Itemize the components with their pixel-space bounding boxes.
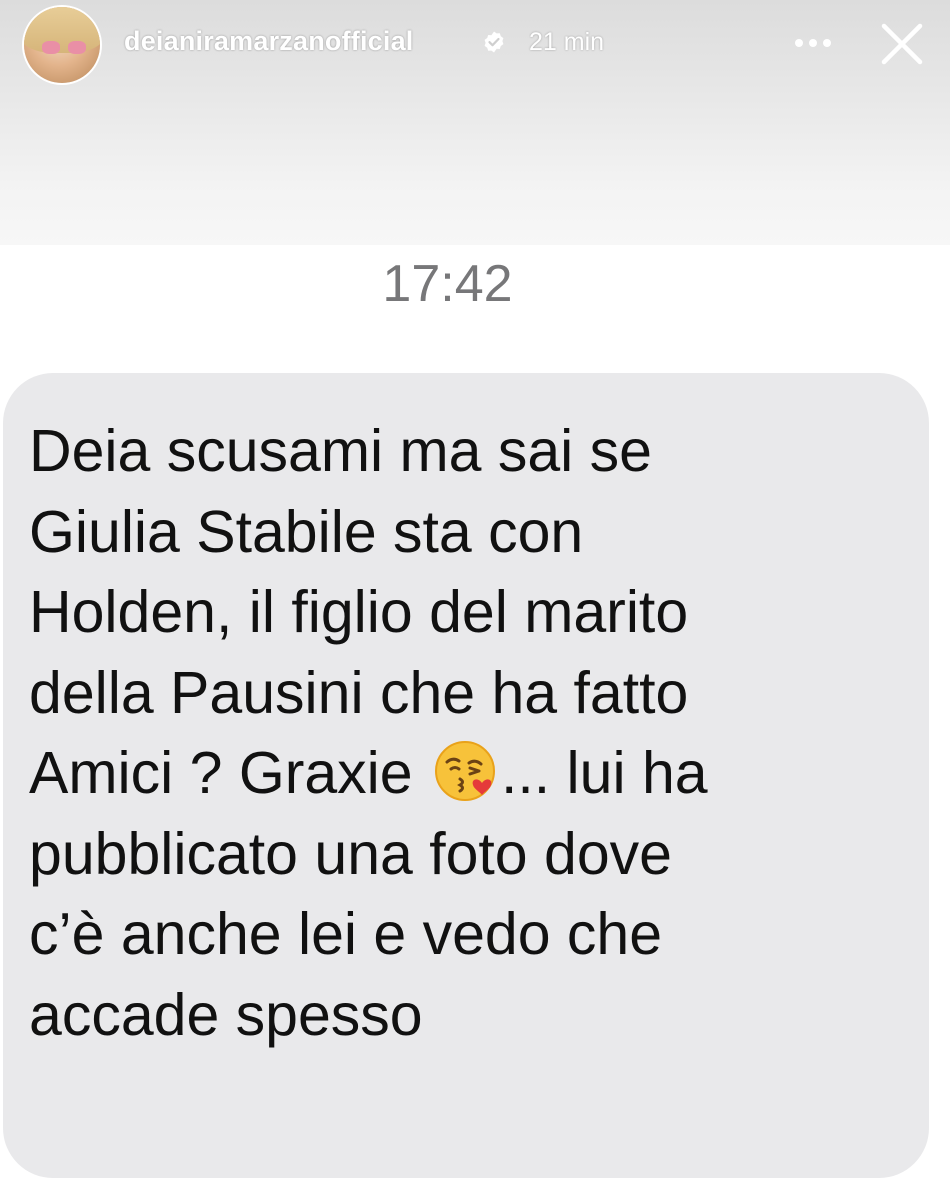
face-blowing-kiss-emoji-icon	[434, 741, 495, 801]
story-timestamp: 21 min	[529, 28, 605, 56]
message-bubble[interactable]: Deia scusami ma sai se Giulia Stabile st…	[3, 373, 929, 1178]
story-header: deianiramarzanofficial 21 min	[0, 0, 950, 245]
more-options-icon[interactable]	[788, 30, 838, 56]
story-username[interactable]: deianiramarzanofficial	[124, 26, 414, 57]
profile-avatar[interactable]	[24, 7, 100, 83]
avatar-glasses	[42, 41, 86, 55]
message-timestamp: 17:42	[382, 255, 513, 313]
verified-badge-icon	[484, 31, 504, 53]
message-text: Deia scusami ma sai se Giulia Stabile st…	[29, 411, 909, 1055]
close-icon[interactable]	[876, 18, 928, 70]
